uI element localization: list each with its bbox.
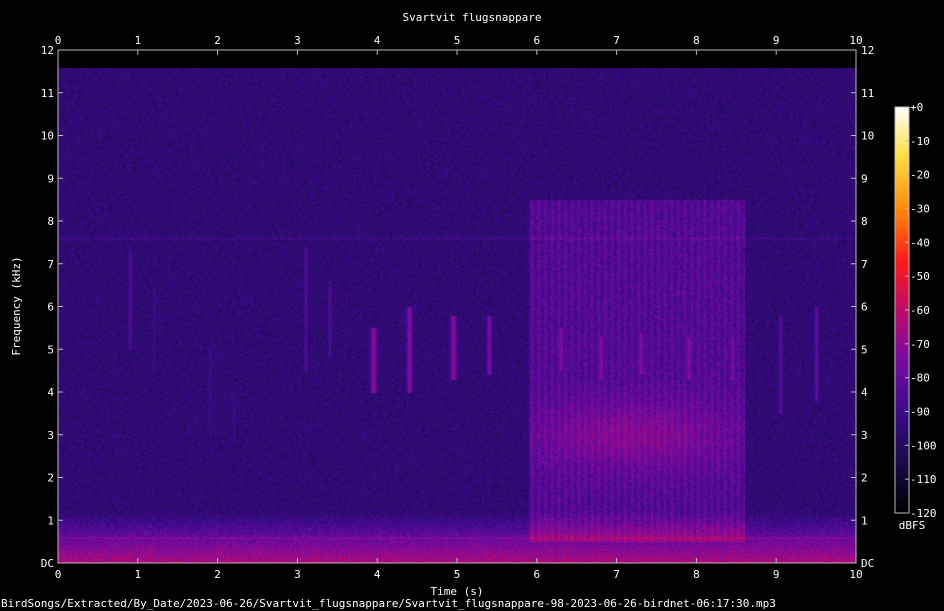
colorbar-tick-label: -40 (910, 236, 930, 249)
colorbar-tick-label: -20 (910, 169, 930, 182)
y-tick-label-right: 1 (861, 514, 868, 527)
y-tick-label-left: 5 (47, 343, 54, 356)
x-tick-label-top: 6 (533, 34, 540, 47)
colorbar-tick-label: -50 (910, 270, 930, 283)
y-tick-label-right: 9 (861, 172, 868, 185)
x-tick-label-top: 2 (214, 34, 221, 47)
x-tick-label-bottom: 6 (533, 568, 540, 581)
y-tick-label-right: 6 (861, 301, 868, 314)
y-tick-label-left: 12 (41, 44, 54, 57)
x-tick-label-bottom: 7 (613, 568, 620, 581)
y-tick-label-left: 7 (47, 258, 54, 271)
x-tick-label-top: 5 (454, 34, 461, 47)
y-tick-label-left: 11 (41, 87, 54, 100)
y-tick-label-right: 10 (861, 130, 874, 143)
colorbar-tick-label: +0 (910, 101, 923, 114)
colorbar-tick-label: -70 (910, 338, 930, 351)
y-tick-label-left: 10 (41, 130, 54, 143)
x-tick-label-top: 3 (294, 34, 301, 47)
x-tick-label-bottom: 9 (773, 568, 780, 581)
y-tick-label-right: 11 (861, 87, 874, 100)
x-tick-label-bottom: 5 (454, 568, 461, 581)
file-path-caption: BirdSongs/Extracted/By_Date/2023-06-26/S… (1, 597, 776, 610)
y-tick-label-right: 2 (861, 472, 868, 485)
colorbar-label: dBFS (899, 519, 926, 532)
y-tick-label-left: 9 (47, 172, 54, 185)
x-tick-label-top: 7 (613, 34, 620, 47)
spectrogram-figure: Svartvit flugsnappare 001122334455667788… (10, 11, 937, 598)
y-tick-label-right: 7 (861, 258, 868, 271)
spectrogram-plot (57, 49, 857, 564)
x-tick-label-bottom: 0 (55, 568, 62, 581)
y-tick-label-left: 1 (47, 514, 54, 527)
colorbar-tick-label: -60 (910, 304, 930, 317)
x-tick-label-top: 1 (134, 34, 141, 47)
x-tick-label-top: 0 (55, 34, 62, 47)
y-tick-label-left: DC (41, 557, 54, 570)
colorbar-tick-label: -10 (910, 135, 930, 148)
y-tick-label-right: 5 (861, 343, 868, 356)
colorbar-tick-label: -90 (910, 406, 930, 419)
x-tick-label-bottom: 4 (374, 568, 381, 581)
y-tick-label-left: 3 (47, 429, 54, 442)
x-tick-label-bottom: 3 (294, 568, 301, 581)
x-tick-label-bottom: 8 (693, 568, 700, 581)
x-tick-label-top: 8 (693, 34, 700, 47)
y-tick-label-right: 12 (861, 44, 874, 57)
colorbar-tick-label: -80 (910, 372, 930, 385)
colorbar-tick-label: -110 (910, 473, 937, 486)
chart-title: Svartvit flugsnappare (402, 11, 541, 24)
y-axis-label: Frequency (kHz) (10, 256, 23, 355)
x-tick-label-bottom: 2 (214, 568, 221, 581)
y-tick-label-left: 2 (47, 472, 54, 485)
x-tick-label-bottom: 1 (134, 568, 141, 581)
y-tick-label-right: 8 (861, 215, 868, 228)
x-tick-label-top: 9 (773, 34, 780, 47)
y-tick-label-left: 8 (47, 215, 54, 228)
y-tick-label-right: DC (861, 557, 874, 570)
y-tick-label-left: 4 (47, 386, 54, 399)
colorbar: +0-10-20-30-40-50-60-70-80-90-100-110-12… (894, 101, 937, 532)
colorbar-tick-label: -30 (910, 203, 930, 216)
y-tick-label-right: 4 (861, 386, 868, 399)
y-tick-label-right: 3 (861, 429, 868, 442)
x-tick-label-top: 4 (374, 34, 381, 47)
colorbar-ticks: +0-10-20-30-40-50-60-70-80-90-100-110-12… (905, 101, 937, 520)
colorbar-tick-label: -100 (910, 439, 937, 452)
spectrogram-image (58, 50, 856, 563)
y-tick-label-left: 6 (47, 301, 54, 314)
